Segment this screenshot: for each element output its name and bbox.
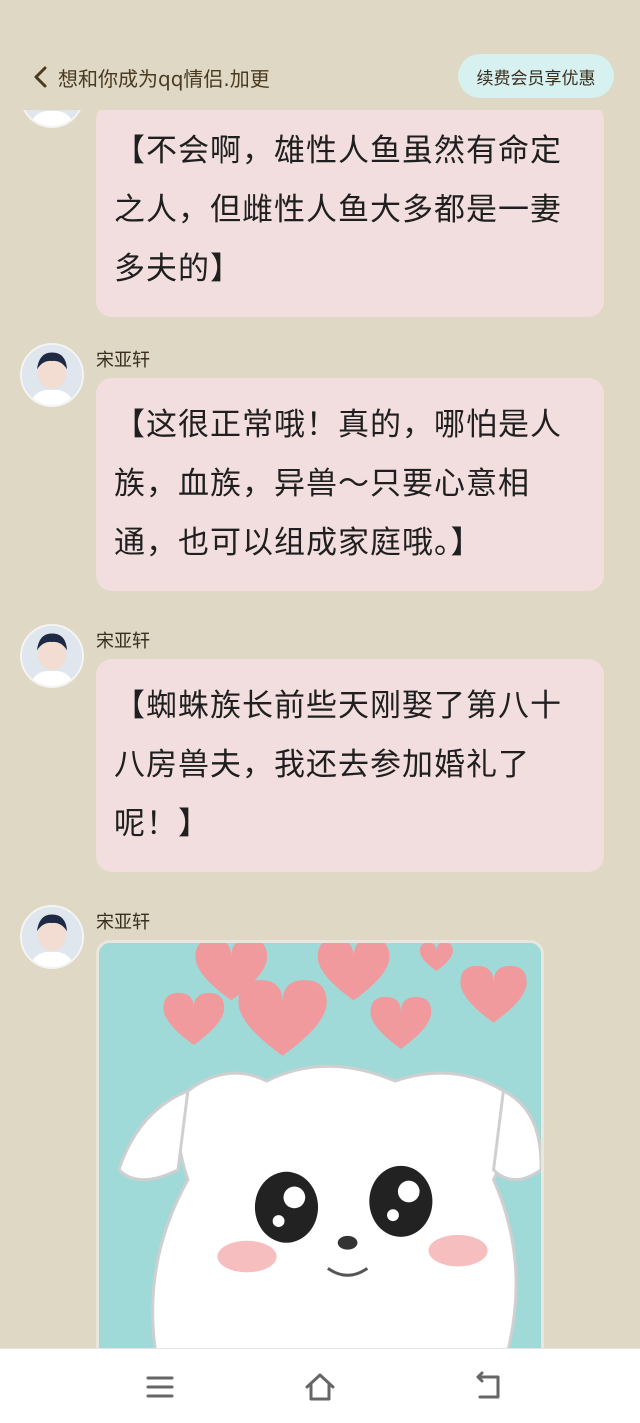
chevron-left-icon (34, 66, 47, 88)
avatar[interactable] (20, 343, 84, 407)
message-bubble[interactable]: 【蜘蛛族长前些天刚娶了第八十八房兽夫，我还去参加婚礼了呢！】 (96, 659, 604, 872)
back-icon[interactable] (470, 1369, 506, 1405)
avatar[interactable] (20, 624, 84, 688)
sender-name: 宋亚轩 (96, 912, 150, 933)
avatar[interactable] (20, 905, 84, 969)
message-bubble[interactable]: 【这很正常哦！真的，哪怕是人族，血族，异兽～只要心意相通，也可以组成家庭哦。】 (96, 378, 604, 591)
home-icon[interactable] (302, 1369, 338, 1405)
menu-icon[interactable] (142, 1369, 178, 1405)
system-nav-bar (0, 1348, 640, 1423)
cute-dog-hearts-sticker[interactable] (96, 940, 544, 1348)
sender-name: 宋亚轩 (96, 350, 150, 371)
message-bubble[interactable]: 【不会啊，雄性人鱼虽然有命定之人，但雌性人鱼大多都是一妻多夫的】 (96, 104, 604, 317)
chat-title: 想和你成为qq情侣.加更 (58, 66, 270, 91)
vip-renew-button[interactable]: 续费会员享优惠 (458, 54, 614, 98)
back-button[interactable]: 想和你成为qq情侣.加更 (32, 60, 270, 94)
sender-name: 宋亚轩 (96, 631, 150, 652)
chat-area[interactable]: 【不会啊，雄性人鱼虽然有命定之人，但雌性人鱼大多都是一妻多夫的】 宋亚轩 【这很… (0, 0, 640, 1348)
header-bar: 想和你成为qq情侣.加更 续费会员享优惠 (0, 0, 640, 110)
